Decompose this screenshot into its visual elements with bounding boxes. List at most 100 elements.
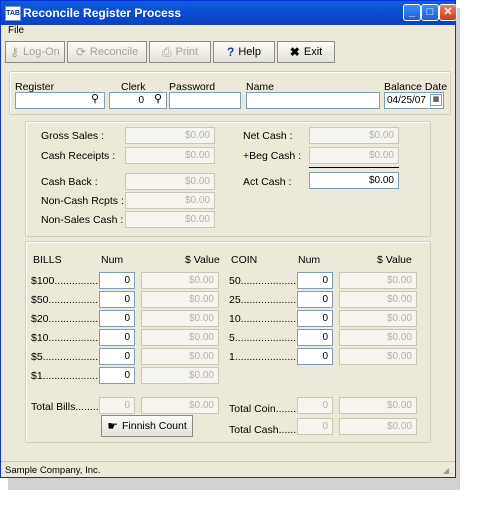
- bills-row-label: $1...................: [31, 370, 99, 382]
- exit-label: Exit: [303, 46, 323, 58]
- coin-value-field: $0.00: [339, 291, 417, 308]
- coin-row-label: 5......................: [229, 332, 300, 344]
- bills-num-input[interactable]: 0: [99, 348, 135, 365]
- printer-icon: ⎙: [161, 44, 172, 59]
- logon-label: Log-On: [23, 46, 60, 58]
- total-bills-num: 0: [99, 397, 135, 414]
- gross-sales-label: Gross Sales :: [41, 130, 105, 142]
- beg-cash-field: $0.00: [309, 147, 399, 164]
- cash-back-field: $0.00: [125, 173, 215, 190]
- window-title: Reconcile Register Process: [23, 6, 182, 20]
- bills-value-field: $0.00: [141, 310, 219, 327]
- minimize-button[interactable]: _: [403, 4, 421, 21]
- key-icon: ⚷: [10, 45, 20, 59]
- non-sales-cash-field: $0.00: [125, 211, 215, 228]
- title-bar[interactable]: TAB Reconcile Register Process _ □ ✕: [1, 1, 457, 25]
- logon-button[interactable]: ⚷ Log-On: [5, 41, 65, 63]
- bills-row-label: $100................: [31, 275, 102, 287]
- bills-num-input[interactable]: 0: [99, 291, 135, 308]
- cash-back-label: Cash Back :: [41, 176, 98, 188]
- exit-button[interactable]: ✖ Exit: [277, 41, 335, 63]
- coin-value-header: $ Value: [377, 254, 412, 266]
- coin-header: COIN: [231, 254, 258, 266]
- coin-num-input[interactable]: 0: [297, 272, 333, 289]
- bills-value-field: $0.00: [141, 367, 219, 384]
- total-bills-label: Total Bills.........: [31, 401, 102, 413]
- status-bar: Sample Company, Inc. ◢: [1, 461, 455, 478]
- password-input[interactable]: [169, 92, 241, 109]
- net-cash-label: Net Cash :: [243, 130, 293, 142]
- print-button[interactable]: ⎙ Print: [149, 41, 211, 63]
- close-button[interactable]: ✕: [439, 4, 457, 21]
- calendar-icon[interactable]: ▦: [430, 94, 442, 106]
- total-coin-num: 0: [297, 397, 333, 414]
- print-label: Print: [175, 46, 199, 58]
- coin-value-field: $0.00: [339, 329, 417, 346]
- reconcile-button[interactable]: ⟳ Reconcile: [67, 41, 147, 63]
- coin-num-input[interactable]: 0: [297, 291, 333, 308]
- total-bills-value: $0.00: [141, 397, 219, 414]
- app-icon: TAB: [5, 6, 21, 21]
- finish-count-label: Finnish Count: [121, 420, 187, 432]
- bills-num-header: Num: [101, 254, 124, 266]
- non-cash-rcpts-label: Non-Cash Rcpts :: [41, 195, 124, 207]
- binoculars-icon[interactable]: ⚲: [151, 93, 165, 106]
- reconcile-label: Reconcile: [89, 46, 139, 58]
- refresh-icon: ⟳: [75, 45, 86, 59]
- bills-row-label: $5...................: [31, 351, 99, 363]
- coin-value-field: $0.00: [339, 348, 417, 365]
- bills-row-label: $10.................: [31, 332, 99, 344]
- total-cash-value: $0.00: [339, 418, 417, 435]
- bills-header: BILLS: [33, 254, 62, 266]
- finish-count-button[interactable]: ☛ Finnish Count: [101, 415, 193, 437]
- act-cash-label: Act Cash :: [243, 176, 292, 188]
- act-cash-input[interactable]: $0.00: [309, 172, 399, 189]
- resize-grip-icon[interactable]: ◢: [443, 466, 453, 476]
- coin-row-label: 25....................: [229, 294, 300, 306]
- name-input[interactable]: [246, 92, 380, 109]
- company-name: Sample Company, Inc.: [5, 465, 101, 476]
- maximize-button[interactable]: □: [421, 4, 439, 21]
- bills-value-header: $ Value: [185, 254, 220, 266]
- bills-row-label: $20.................: [31, 313, 99, 325]
- net-cash-field: $0.00: [309, 127, 399, 144]
- bills-value-field: $0.00: [141, 272, 219, 289]
- exit-icon: ✖: [289, 45, 300, 59]
- bills-num-input[interactable]: 0: [99, 272, 135, 289]
- sum-divider: [309, 167, 399, 168]
- cash-receipts-field: $0.00: [125, 147, 215, 164]
- coin-row-label: 50....................: [229, 275, 300, 287]
- non-sales-cash-label: Non-Sales Cash :: [41, 214, 124, 226]
- total-coin-value: $0.00: [339, 397, 417, 414]
- toolbar: ⚷ Log-On ⟳ Reconcile ⎙ Print ? Help ✖ Ex…: [3, 39, 453, 65]
- bills-value-field: $0.00: [141, 329, 219, 346]
- app-window: TAB Reconcile Register Process _ □ ✕ Fil…: [0, 0, 457, 478]
- help-icon: ?: [227, 45, 235, 59]
- bills-num-input[interactable]: 0: [99, 310, 135, 327]
- bills-value-field: $0.00: [141, 291, 219, 308]
- menu-bar: File: [1, 25, 455, 37]
- help-button[interactable]: ? Help: [213, 41, 275, 63]
- bills-num-input[interactable]: 0: [99, 329, 135, 346]
- total-coin-label: Total Coin.........: [229, 403, 302, 415]
- bills-num-input[interactable]: 0: [99, 367, 135, 384]
- coin-num-input[interactable]: 0: [297, 329, 333, 346]
- gross-sales-field: $0.00: [125, 127, 215, 144]
- beg-cash-label: +Beg Cash :: [243, 150, 302, 162]
- coin-num-header: Num: [298, 254, 321, 266]
- coin-row-label: 1......................: [229, 351, 300, 363]
- help-label: Help: [238, 46, 261, 58]
- binoculars-icon[interactable]: ⚲: [88, 93, 102, 106]
- cash-receipts-label: Cash Receipts :: [41, 150, 116, 162]
- coin-value-field: $0.00: [339, 310, 417, 327]
- non-cash-rcpts-field: $0.00: [125, 192, 215, 209]
- total-cash-num: 0: [297, 418, 333, 435]
- coin-num-input[interactable]: 0: [297, 310, 333, 327]
- bills-row-label: $50.................: [31, 294, 99, 306]
- coin-row-label: 10....................: [229, 313, 300, 325]
- coin-value-field: $0.00: [339, 272, 417, 289]
- coin-num-input[interactable]: 0: [297, 348, 333, 365]
- menu-file[interactable]: File: [8, 25, 24, 36]
- hand-icon: ☛: [107, 419, 118, 433]
- bills-value-field: $0.00: [141, 348, 219, 365]
